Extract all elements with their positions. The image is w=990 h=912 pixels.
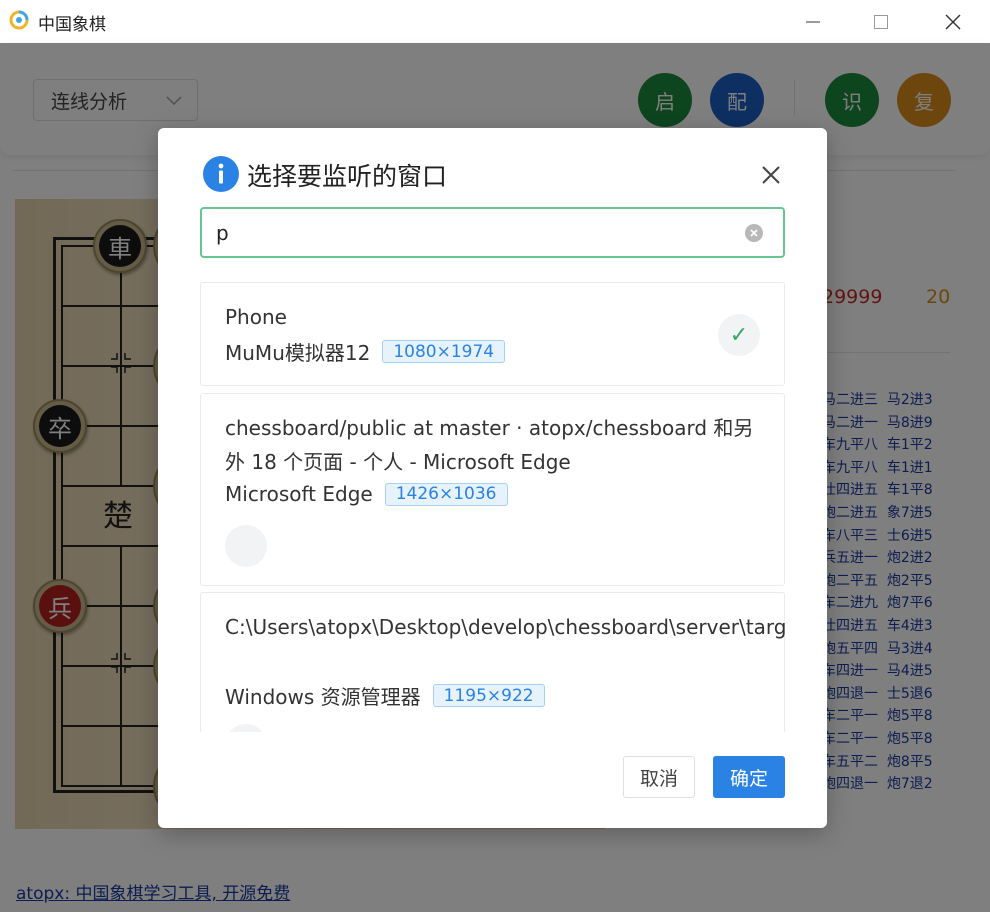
window-item-process: Windows 资源管理器 1195×922 bbox=[225, 681, 545, 710]
window-item-process: MuMu模拟器12 1080×1974 bbox=[225, 337, 506, 366]
title-bar: 中国象棋 bbox=[0, 0, 990, 43]
close-window-button[interactable] bbox=[930, 0, 976, 43]
maximize-icon bbox=[874, 14, 888, 29]
window-list-item[interactable]: C:\Users\atopx\Desktop\develop\chessboar… bbox=[200, 592, 785, 732]
select-window-dialog: 选择要监听的窗口 Phone MuMu模拟器12 1080×1974 ✓ che… bbox=[158, 128, 827, 828]
minimize-icon bbox=[806, 21, 820, 22]
cancel-button[interactable]: 取消 bbox=[623, 756, 695, 798]
maximize-button[interactable] bbox=[858, 0, 904, 43]
window-item-process-name: Microsoft Edge bbox=[225, 482, 373, 506]
close-icon bbox=[762, 166, 780, 184]
info-icon bbox=[203, 156, 239, 192]
close-icon bbox=[945, 14, 961, 29]
unselected-circle-icon[interactable] bbox=[225, 724, 267, 732]
window-item-process-name: MuMu模拟器12 bbox=[225, 341, 371, 365]
window-size-badge: 1080×1974 bbox=[382, 340, 506, 363]
unselected-circle-icon[interactable] bbox=[225, 525, 267, 567]
dialog-title: 选择要监听的窗口 bbox=[247, 162, 448, 191]
window-search-field[interactable] bbox=[200, 207, 785, 258]
clear-icon bbox=[750, 229, 758, 237]
confirm-button[interactable]: 确定 bbox=[713, 756, 785, 798]
dialog-close-button[interactable] bbox=[756, 160, 786, 190]
window-item-title: Phone bbox=[225, 305, 287, 329]
clear-search-button[interactable] bbox=[745, 224, 763, 242]
window-item-title: C:\Users\atopx\Desktop\develop\chessboar… bbox=[225, 615, 785, 639]
window-title: 中国象棋 bbox=[38, 15, 106, 35]
window-search-input[interactable] bbox=[216, 219, 736, 247]
window-list-item[interactable]: Phone MuMu模拟器12 1080×1974 ✓ bbox=[200, 282, 785, 386]
window-item-process-name: Windows 资源管理器 bbox=[225, 685, 421, 709]
minimize-button[interactable] bbox=[790, 0, 836, 43]
window-size-badge: 1195×922 bbox=[432, 684, 545, 707]
window-item-process: Microsoft Edge 1426×1036 bbox=[225, 482, 508, 506]
selected-checkmark-icon[interactable]: ✓ bbox=[718, 314, 760, 356]
window-size-badge: 1426×1036 bbox=[384, 482, 508, 506]
window-item-title: chessboard/public at master · atopx/ches… bbox=[225, 416, 754, 474]
app-icon bbox=[9, 10, 29, 30]
window-list[interactable]: Phone MuMu模拟器12 1080×1974 ✓ chessboard/p… bbox=[200, 282, 785, 732]
window-list-item[interactable]: chessboard/public at master · atopx/ches… bbox=[200, 393, 785, 586]
